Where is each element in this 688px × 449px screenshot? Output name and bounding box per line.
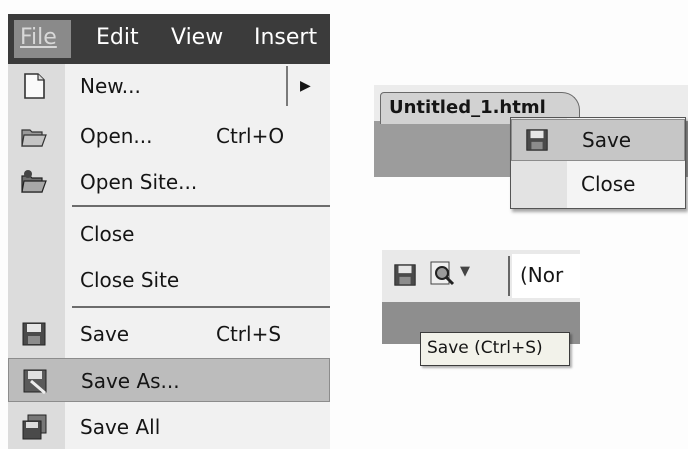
menu-bar: File Edit View Insert (8, 14, 330, 64)
context-menu-save[interactable]: Save (511, 119, 685, 161)
paragraph-style-value: (Nor (520, 263, 564, 287)
context-menu-close-label: Close (581, 172, 636, 196)
menu-file[interactable]: File (14, 20, 71, 58)
menu-item-new-label: New... (80, 74, 141, 98)
menu-item-open-label: Open... (80, 124, 153, 148)
menu-edit[interactable]: Edit (96, 25, 139, 50)
menu-item-open-shortcut: Ctrl+O (216, 124, 285, 148)
save-tooltip-text: Save (Ctrl+S) (427, 338, 543, 358)
menu-item-close[interactable]: Close (8, 212, 330, 256)
save-tooltip: Save (Ctrl+S) (420, 332, 570, 366)
menu-item-save-as[interactable]: Save As... (8, 358, 330, 402)
document-tab-title: Untitled_1.html (389, 97, 546, 118)
menu-item-save-as-label: Save As... (81, 369, 180, 393)
menu-insert[interactable]: Insert (254, 25, 317, 50)
save-as-icon (21, 367, 49, 395)
context-menu-save-label: Save (582, 128, 632, 152)
preview-magnifier-icon (430, 261, 455, 286)
save-all-icon (20, 413, 48, 441)
menu-item-new[interactable]: New... (8, 64, 330, 108)
menu-view[interactable]: View (171, 25, 223, 50)
menu-item-save[interactable]: Save Ctrl+S (8, 312, 330, 356)
menu-item-save-label: Save (80, 322, 130, 346)
open-site-icon (20, 168, 48, 196)
open-folder-icon (20, 122, 48, 150)
menu-item-open-site-label: Open Site... (80, 170, 198, 194)
toolbar-preview-button[interactable] (428, 258, 458, 288)
menu-item-save-all[interactable]: Save All (8, 405, 330, 449)
menu-item-save-all-label: Save All (80, 415, 161, 439)
chevron-down-icon[interactable]: ▼ (460, 264, 470, 279)
menu-item-close-site[interactable]: Close Site (8, 258, 330, 302)
menu-item-close-label: Close (80, 222, 135, 246)
tab-context-menu: Save Close (510, 117, 686, 209)
new-document-icon (20, 72, 48, 100)
menu-item-save-shortcut: Ctrl+S (216, 322, 282, 346)
save-icon (524, 127, 550, 153)
menu-item-open[interactable]: Open... Ctrl+O (8, 114, 330, 158)
menu-separator (72, 306, 330, 308)
save-icon (394, 264, 416, 286)
context-menu-close[interactable]: Close (511, 164, 685, 206)
menu-separator (72, 205, 330, 207)
menu-edit-label: Edit (96, 25, 139, 50)
submenu-arrow-icon: ▶ (300, 78, 311, 94)
menu-item-open-site[interactable]: Open Site... (8, 160, 330, 204)
paragraph-style-select[interactable]: (Nor (512, 254, 580, 298)
menu-view-label: View (171, 25, 224, 50)
menu-insert-label: Insert (254, 25, 318, 50)
toolbar-divider (508, 256, 510, 296)
save-icon (20, 320, 48, 348)
menu-item-close-site-label: Close Site (80, 268, 180, 292)
submenu-divider (286, 66, 288, 106)
toolbar-save-button[interactable] (392, 262, 418, 288)
menu-file-label: File (20, 25, 57, 50)
